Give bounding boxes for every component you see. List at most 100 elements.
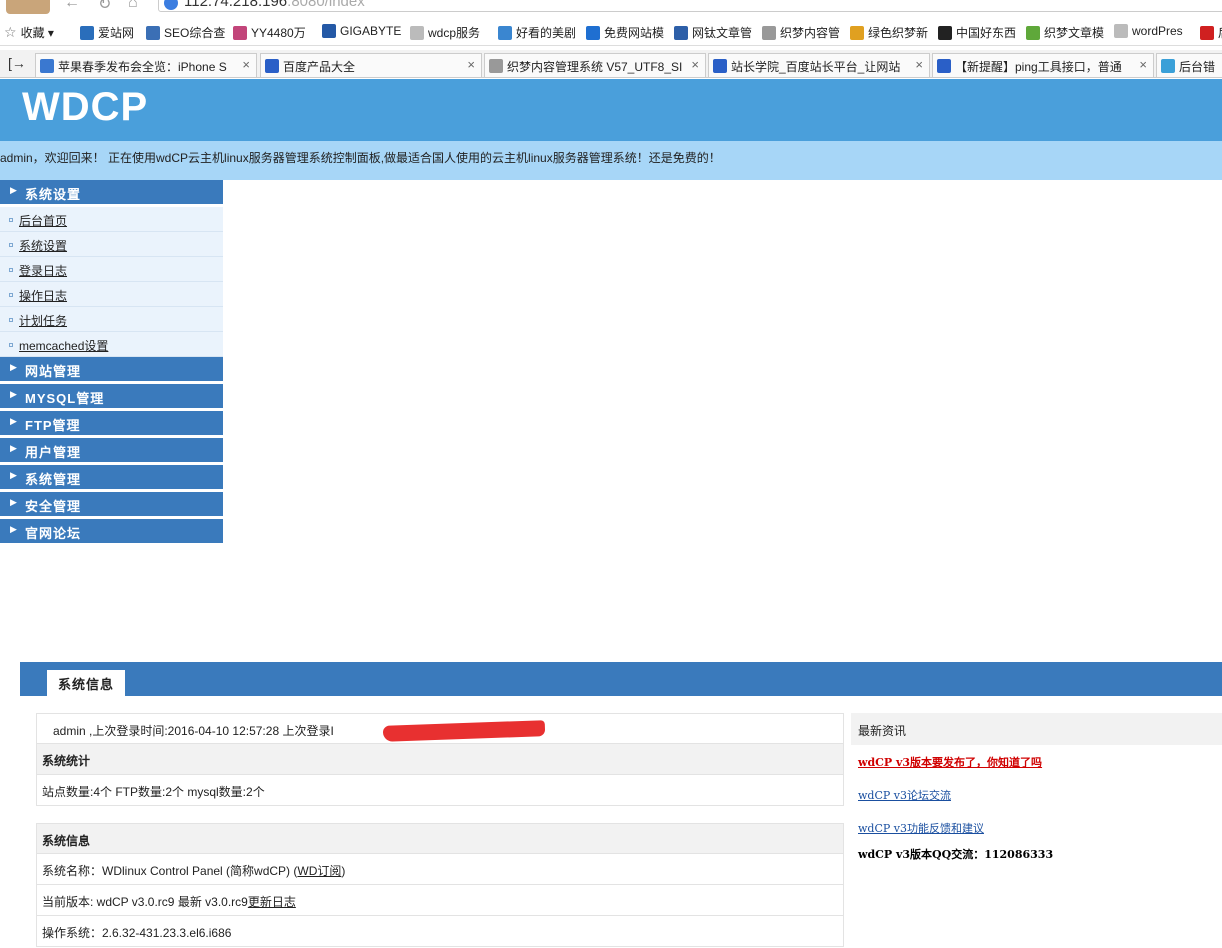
caret-right-icon: ▶ bbox=[10, 362, 18, 372]
news-link-feedback[interactable]: wdCP v3功能反馈和建议 bbox=[858, 822, 984, 835]
browser-tab[interactable]: 【新提醒】ping工具接口，普通 × bbox=[932, 53, 1154, 77]
tab-label: 百度产品大全 bbox=[283, 60, 356, 74]
bookmark-item[interactable]: 好看的美剧 bbox=[498, 24, 576, 41]
sidebar-group[interactable]: ▶ 官网论坛 bbox=[0, 519, 223, 546]
sidebar-item: 计划任务 bbox=[0, 307, 223, 332]
tab-favicon-icon bbox=[713, 59, 727, 73]
sidebar-group-label: MYSQL管理 bbox=[25, 391, 105, 406]
bookmark-item[interactable]: 爱站网 bbox=[80, 24, 134, 41]
bullet-icon bbox=[9, 243, 13, 247]
sidebar-group[interactable]: ▶ 网站管理 bbox=[0, 357, 223, 384]
bookmark-label: 绿色织梦新 bbox=[868, 26, 929, 40]
bullet-icon bbox=[9, 318, 13, 322]
bookmark-label: wdcp服务 bbox=[428, 26, 481, 40]
sidebar-item-link[interactable]: 系统设置 bbox=[19, 239, 67, 253]
tab-system-info[interactable]: 系统信息 bbox=[47, 670, 126, 696]
aizhan-icon bbox=[80, 25, 94, 40]
bookmark-item[interactable]: 织梦内容管 bbox=[762, 24, 840, 41]
close-tab-icon[interactable]: × bbox=[467, 57, 475, 72]
bookmark-item[interactable]: 绿色织梦新 bbox=[850, 24, 928, 41]
version-row: 当前版本: wdCP v3.0.rc9 最新 v3.0.rc9更新日志 bbox=[36, 885, 844, 916]
browser-tab[interactable]: 苹果春季发布会全览：iPhone S × bbox=[35, 53, 257, 77]
sidebar-group[interactable]: ▶ 系统管理 bbox=[0, 465, 223, 492]
close-tab-icon[interactable]: × bbox=[242, 57, 250, 72]
sidebar-item-link[interactable]: 操作日志 bbox=[19, 289, 67, 303]
bookmark-label: 织梦文章模 bbox=[1044, 26, 1105, 40]
tab-restore-icon[interactable]: [→ bbox=[8, 55, 26, 71]
sidebar-group-label: 用户管理 bbox=[25, 445, 82, 460]
bookmark-label: YY4480万 bbox=[251, 26, 306, 40]
bookmark-item[interactable]: SEO综合查 bbox=[146, 24, 225, 41]
tab-label: 【新提醒】ping工具接口，普通 bbox=[955, 60, 1122, 74]
caret-right-icon: ▶ bbox=[10, 185, 18, 195]
system-name-row: 系统名称：WDlinux Control Panel (简称wdCP) (WD订… bbox=[36, 854, 844, 885]
news-link-forum[interactable]: wdCP v3论坛交流 bbox=[858, 789, 951, 802]
changelog-link[interactable]: 更新日志 bbox=[248, 895, 296, 909]
dede-icon bbox=[762, 25, 776, 40]
bullet-icon bbox=[9, 268, 13, 272]
info-heading: 系统信息 bbox=[36, 823, 844, 854]
welcome-banner: admin，欢迎回来！ 正在使用wdCP云主机linux服务器管理系统控制面板,… bbox=[0, 141, 1222, 180]
browser-tab[interactable]: 百度产品大全 × bbox=[260, 53, 482, 77]
bookmark-item[interactable]: YY4480万 bbox=[233, 24, 306, 41]
system-info-bar: 系统信息 bbox=[20, 662, 1222, 696]
news-panel: 最新资讯 wdCP v3版本要发布了，你知道了吗 wdCP v3论坛交流 wdC… bbox=[851, 713, 1222, 861]
bookmarks-bar: ☆ 收藏 ▾ 爱站网 SEO综合查 YY4480万 GIGABYTE wdcp服务 好看的美剧… bbox=[0, 18, 1222, 46]
sidebar-group-label: 网站管理 bbox=[25, 364, 82, 379]
bookmark-item[interactable]: 后台 bbox=[1200, 24, 1222, 41]
bookmark-item[interactable]: 中国好东西 bbox=[938, 24, 1016, 41]
tab-favicon-icon bbox=[40, 59, 54, 73]
tab-label: 后台错 bbox=[1179, 60, 1216, 74]
sidebar-group[interactable]: ▶ 系统设置 bbox=[0, 180, 223, 207]
sidebar-group-label: 系统管理 bbox=[25, 472, 82, 487]
close-tab-icon[interactable]: × bbox=[691, 57, 699, 72]
login-info-row: admin ,上次登录时间:2016-04-10 12:57:28 上次登录I bbox=[36, 713, 844, 744]
bullet-icon bbox=[9, 218, 13, 222]
sidebar-item-link[interactable]: 计划任务 bbox=[19, 314, 67, 328]
caret-right-icon: ▶ bbox=[10, 497, 18, 507]
bookmark-item[interactable]: ☆ 收藏 ▾ bbox=[4, 24, 54, 41]
green-dede-icon bbox=[850, 25, 864, 40]
cn-icon bbox=[938, 25, 952, 40]
sidebar-group[interactable]: ▶ 用户管理 bbox=[0, 438, 223, 465]
sidebar-group-label: FTP管理 bbox=[25, 418, 81, 433]
close-tab-icon[interactable]: × bbox=[1139, 57, 1147, 72]
star-icon: ☆ bbox=[4, 24, 17, 40]
seo-icon bbox=[146, 25, 160, 40]
qq-group-text: wdCP v3版本QQ交流：112086333 bbox=[858, 848, 1054, 861]
system-info-table: admin ,上次登录时间:2016-04-10 12:57:28 上次登录I … bbox=[36, 713, 844, 947]
sidebar-group[interactable]: ▶ FTP管理 bbox=[0, 411, 223, 438]
close-tab-icon[interactable]: × bbox=[915, 57, 923, 72]
browser-tab[interactable]: 站长学院_百度站长平台_让网站 × bbox=[708, 53, 930, 77]
bookmark-label: 爱站网 bbox=[98, 26, 135, 40]
sidebar-group[interactable]: ▶ MYSQL管理 bbox=[0, 384, 223, 411]
user-avatar-icon[interactable] bbox=[6, 0, 50, 14]
news-link-v3-release[interactable]: wdCP v3版本要发布了，你知道了吗 bbox=[858, 756, 1042, 769]
bookmark-item[interactable]: 网钛文章管 bbox=[674, 24, 752, 41]
bookmark-label: wordPres bbox=[1132, 24, 1183, 38]
browser-tab[interactable]: 后台错 bbox=[1156, 53, 1222, 77]
tab-label: 站长学院_百度站长平台_让网站 bbox=[731, 60, 901, 74]
sidebar-group[interactable]: ▶ 安全管理 bbox=[0, 492, 223, 519]
reload-icon[interactable]: ↻ bbox=[98, 0, 111, 14]
wd-subscribe-link[interactable]: WD订阅 bbox=[297, 864, 341, 878]
bookmark-label: 中国好东西 bbox=[956, 26, 1017, 40]
yy-icon bbox=[233, 25, 247, 40]
browser-tab[interactable]: 织梦内容管理系统 V57_UTF8_SI × bbox=[484, 53, 706, 77]
bookmark-item[interactable]: wordPres bbox=[1114, 24, 1183, 38]
bookmark-item[interactable]: 织梦文章模 bbox=[1026, 24, 1104, 41]
url-text[interactable]: 112.74.218.196:8080/index bbox=[184, 0, 365, 10]
back-arrow-icon[interactable]: ← bbox=[64, 0, 80, 12]
home-icon[interactable]: ⌂ bbox=[128, 0, 138, 12]
tab-strip: [→ 苹果春季发布会全览：iPhone S × 百度产品大全 × 织梦内容管理系统 V5… bbox=[0, 50, 1222, 78]
sidebar-item-link[interactable]: 后台首页 bbox=[19, 214, 67, 228]
bookmark-item[interactable]: GIGABYTE bbox=[322, 24, 401, 38]
login-info-text: admin ,上次登录时间:2016-04-10 12:57:28 上次登录I bbox=[53, 724, 334, 738]
sidebar-item-link[interactable]: 登录日志 bbox=[19, 264, 67, 278]
sidebar-item-link[interactable]: memcached设置 bbox=[19, 339, 108, 353]
sidebar-group-label: 官网论坛 bbox=[25, 526, 82, 541]
sidebar-group-label: 系统设置 bbox=[25, 187, 82, 202]
bookmark-item[interactable]: wdcp服务 bbox=[410, 24, 480, 41]
bookmark-item[interactable]: 免费网站模 bbox=[586, 24, 664, 41]
gigabyte-icon bbox=[322, 24, 336, 38]
